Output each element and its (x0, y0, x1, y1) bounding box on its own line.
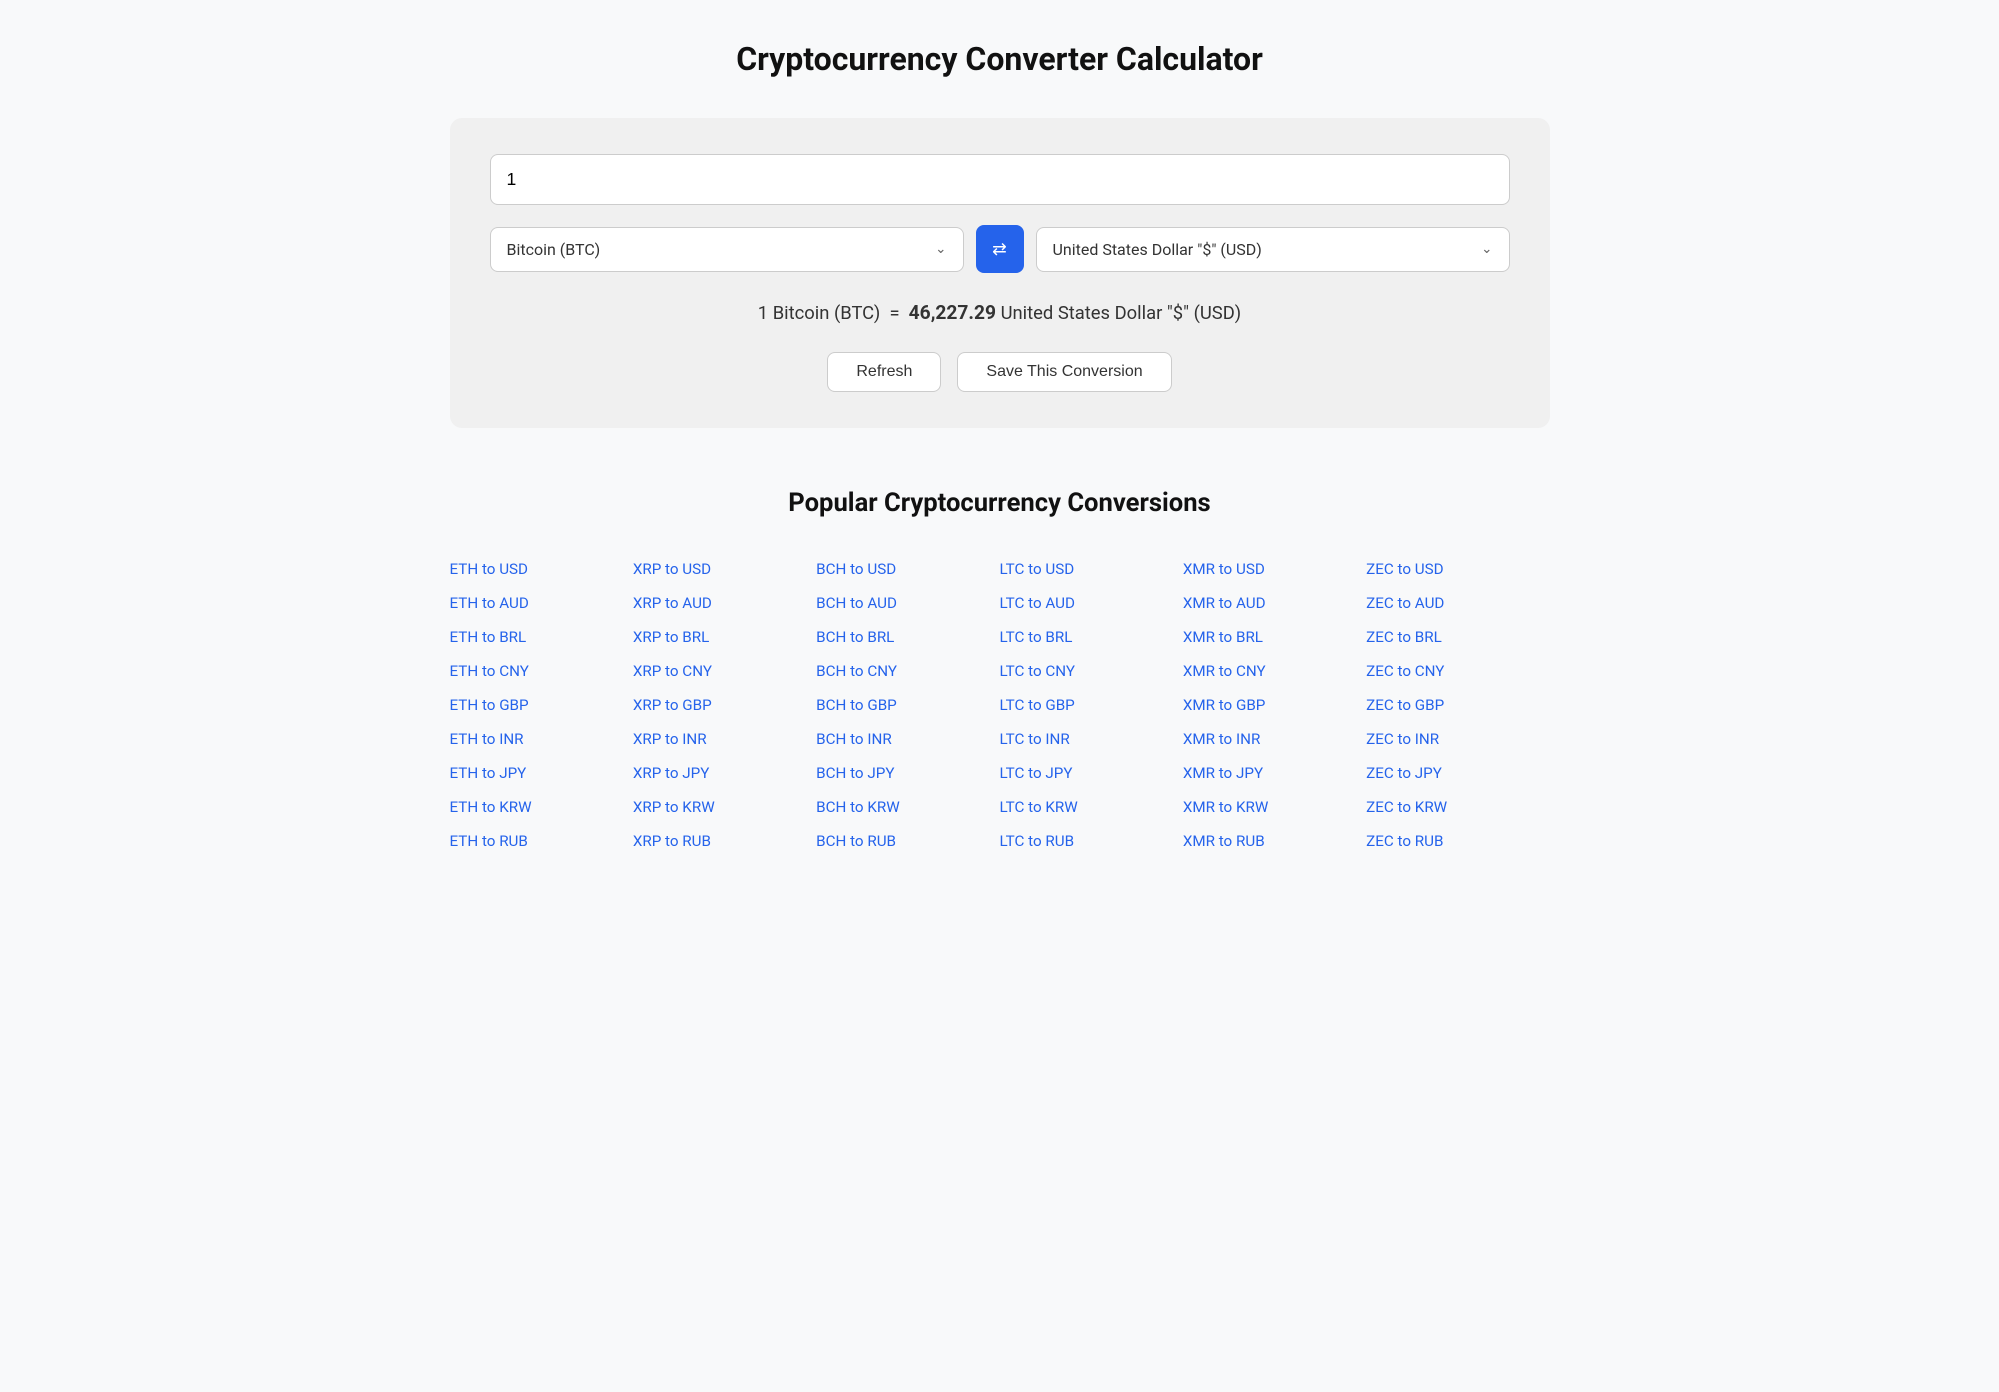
conversion-link[interactable]: XMR to BRL (1183, 622, 1366, 652)
conversion-link[interactable]: BCH to KRW (816, 792, 999, 822)
conversion-link[interactable]: BCH to AUD (816, 588, 999, 618)
result-from-label: 1 Bitcoin (BTC) (758, 303, 881, 324)
conversion-link[interactable]: XMR to INR (1183, 724, 1366, 754)
conversion-link[interactable]: ZEC to AUD (1366, 588, 1549, 618)
conversion-link[interactable]: XRP to JPY (633, 758, 816, 788)
conversion-link[interactable]: BCH to GBP (816, 690, 999, 720)
conversion-link[interactable]: XMR to AUD (1183, 588, 1366, 618)
conversion-link[interactable]: ETH to RUB (450, 826, 633, 856)
conversion-link[interactable]: XRP to INR (633, 724, 816, 754)
save-conversion-button[interactable]: Save This Conversion (957, 352, 1171, 392)
result-equals: = (885, 303, 909, 324)
result-currency-label: United States Dollar "$" (USD) (1001, 303, 1242, 324)
result-row: 1 Bitcoin (BTC) = 46,227.29 United State… (490, 301, 1510, 324)
amount-input[interactable] (490, 154, 1510, 205)
conversion-link[interactable]: BCH to RUB (816, 826, 999, 856)
swap-icon: ⇄ (992, 239, 1007, 260)
converter-box: Bitcoin (BTC) ⌄ ⇄ United States Dollar "… (450, 118, 1550, 428)
popular-section: Popular Cryptocurrency Conversions ETH t… (450, 488, 1550, 856)
conversion-link[interactable]: ZEC to KRW (1366, 792, 1549, 822)
conversion-link[interactable]: XMR to GBP (1183, 690, 1366, 720)
popular-title: Popular Cryptocurrency Conversions (450, 488, 1550, 518)
conversion-link[interactable]: ZEC to JPY (1366, 758, 1549, 788)
conversion-link[interactable]: XRP to RUB (633, 826, 816, 856)
refresh-button[interactable]: Refresh (827, 352, 941, 392)
conversion-link[interactable]: XRP to USD (633, 554, 816, 584)
conversion-link[interactable]: XRP to AUD (633, 588, 816, 618)
conversion-link[interactable]: ZEC to RUB (1366, 826, 1549, 856)
conversion-link[interactable]: BCH to CNY (816, 656, 999, 686)
conversion-link[interactable]: BCH to USD (816, 554, 999, 584)
conversion-link[interactable]: ETH to BRL (450, 622, 633, 652)
conversion-link[interactable]: LTC to JPY (999, 758, 1182, 788)
conversion-link[interactable]: XMR to KRW (1183, 792, 1366, 822)
conversion-link[interactable]: LTC to RUB (999, 826, 1182, 856)
from-currency-chevron-icon: ⌄ (935, 241, 946, 257)
from-currency-select[interactable]: Bitcoin (BTC) ⌄ (490, 227, 964, 272)
conversion-link[interactable]: XRP to GBP (633, 690, 816, 720)
to-currency-label: United States Dollar "$" (USD) (1053, 240, 1474, 259)
conversion-link[interactable]: BCH to BRL (816, 622, 999, 652)
conversion-link[interactable]: ZEC to CNY (1366, 656, 1549, 686)
conversion-link[interactable]: BCH to JPY (816, 758, 999, 788)
conversion-link[interactable]: XMR to CNY (1183, 656, 1366, 686)
to-currency-chevron-icon: ⌄ (1481, 241, 1492, 257)
conversion-link[interactable]: LTC to INR (999, 724, 1182, 754)
conversion-link[interactable]: XMR to JPY (1183, 758, 1366, 788)
conversion-link[interactable]: LTC to USD (999, 554, 1182, 584)
conversion-link[interactable]: ZEC to BRL (1366, 622, 1549, 652)
page-title: Cryptocurrency Converter Calculator (60, 40, 1939, 78)
conversion-link[interactable]: ETH to AUD (450, 588, 633, 618)
conversion-link[interactable]: LTC to CNY (999, 656, 1182, 686)
result-value: 46,227.29 (909, 301, 996, 324)
conversion-link[interactable]: LTC to AUD (999, 588, 1182, 618)
conversion-link[interactable]: XRP to BRL (633, 622, 816, 652)
conversion-link[interactable]: ETH to INR (450, 724, 633, 754)
conversion-link[interactable]: ETH to GBP (450, 690, 633, 720)
conversion-link[interactable]: ZEC to GBP (1366, 690, 1549, 720)
swap-button[interactable]: ⇄ (976, 225, 1024, 273)
conversion-link[interactable]: LTC to BRL (999, 622, 1182, 652)
currency-row: Bitcoin (BTC) ⌄ ⇄ United States Dollar "… (490, 225, 1510, 273)
conversion-grid: ETH to USDXRP to USDBCH to USDLTC to USD… (450, 554, 1550, 856)
conversion-link[interactable]: LTC to GBP (999, 690, 1182, 720)
conversion-link[interactable]: ETH to CNY (450, 656, 633, 686)
action-buttons: Refresh Save This Conversion (490, 352, 1510, 392)
conversion-link[interactable]: XMR to RUB (1183, 826, 1366, 856)
conversion-link[interactable]: XRP to CNY (633, 656, 816, 686)
conversion-link[interactable]: ETH to KRW (450, 792, 633, 822)
conversion-link[interactable]: ZEC to INR (1366, 724, 1549, 754)
from-currency-label: Bitcoin (BTC) (507, 240, 928, 259)
conversion-link[interactable]: ETH to USD (450, 554, 633, 584)
conversion-link[interactable]: LTC to KRW (999, 792, 1182, 822)
conversion-link[interactable]: ETH to JPY (450, 758, 633, 788)
to-currency-select[interactable]: United States Dollar "$" (USD) ⌄ (1036, 227, 1510, 272)
conversion-link[interactable]: XMR to USD (1183, 554, 1366, 584)
conversion-link[interactable]: BCH to INR (816, 724, 999, 754)
conversion-link[interactable]: ZEC to USD (1366, 554, 1549, 584)
conversion-link[interactable]: XRP to KRW (633, 792, 816, 822)
